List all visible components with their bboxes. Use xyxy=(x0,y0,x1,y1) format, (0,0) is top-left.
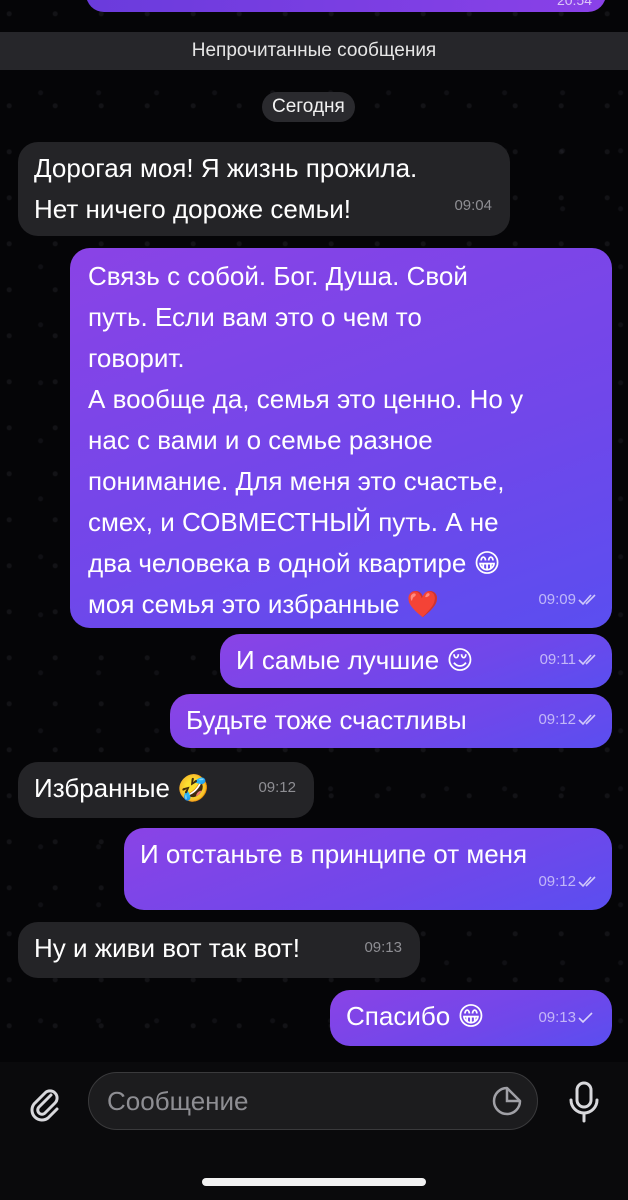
previous-message-bubble[interactable] xyxy=(86,0,606,12)
check-icon xyxy=(578,1011,598,1024)
message-input-container xyxy=(88,1072,538,1130)
message-bubble-outgoing[interactable]: Будьте тоже счастливы 09:12 xyxy=(170,694,612,748)
message-bubble-incoming[interactable]: Ну и живи вот так вот! 09:13 xyxy=(18,922,420,978)
message-time: 09:13 xyxy=(364,939,402,956)
message-time: 09:12 xyxy=(258,779,296,796)
message-bubble-outgoing[interactable]: И отстаньте в принципе от меня 09:12 xyxy=(124,828,612,910)
sticker-icon[interactable] xyxy=(491,1085,523,1117)
home-indicator[interactable] xyxy=(202,1178,426,1186)
unread-messages-divider: Непрочитанные сообщения xyxy=(0,32,628,70)
message-text: И отстаньте в принципе от меня xyxy=(140,839,528,869)
message-bubble-incoming[interactable]: Избранные 🤣 09:12 xyxy=(18,762,314,818)
message-bubble-incoming[interactable]: Дорогая моя! Я жизнь прожила. Нет ничего… xyxy=(18,142,510,236)
unread-messages-label: Непрочитанные сообщения xyxy=(191,40,437,61)
message-time: 09:12 xyxy=(538,711,576,728)
date-label: Сегодня xyxy=(272,96,345,117)
message-text: Будьте тоже счастливы xyxy=(186,705,467,735)
message-time: 09:12 xyxy=(538,873,576,890)
date-separator: Сегодня xyxy=(262,92,355,122)
message-text: Дорогая моя! Я жизнь прожила. Нет ничего… xyxy=(34,153,418,224)
message-bubble-outgoing[interactable]: Спасибо 😁 09:13 xyxy=(330,990,612,1046)
message-text: Ну и живи вот так вот! xyxy=(34,933,300,963)
message-bubble-outgoing[interactable]: И самые лучшие 😌 09:11 xyxy=(220,634,612,688)
double-check-icon xyxy=(578,875,598,888)
double-check-icon xyxy=(578,653,598,666)
message-time: 09:13 xyxy=(538,1009,576,1026)
double-check-icon xyxy=(578,593,598,606)
message-bubble-outgoing[interactable]: Связь с собой. Бог. Душа. Свой путь. Есл… xyxy=(70,248,612,628)
microphone-icon[interactable] xyxy=(558,1076,610,1128)
message-time: 09:09 xyxy=(538,591,576,608)
message-time: 09:04 xyxy=(454,197,492,214)
previous-message-time: 20:54 xyxy=(556,0,592,8)
message-text: Связь с собой. Бог. Душа. Свой путь. Есл… xyxy=(88,261,524,619)
paperclip-icon[interactable] xyxy=(18,1076,70,1128)
message-time: 09:11 xyxy=(539,651,576,668)
double-check-icon xyxy=(578,713,598,726)
message-input[interactable] xyxy=(107,1073,487,1129)
